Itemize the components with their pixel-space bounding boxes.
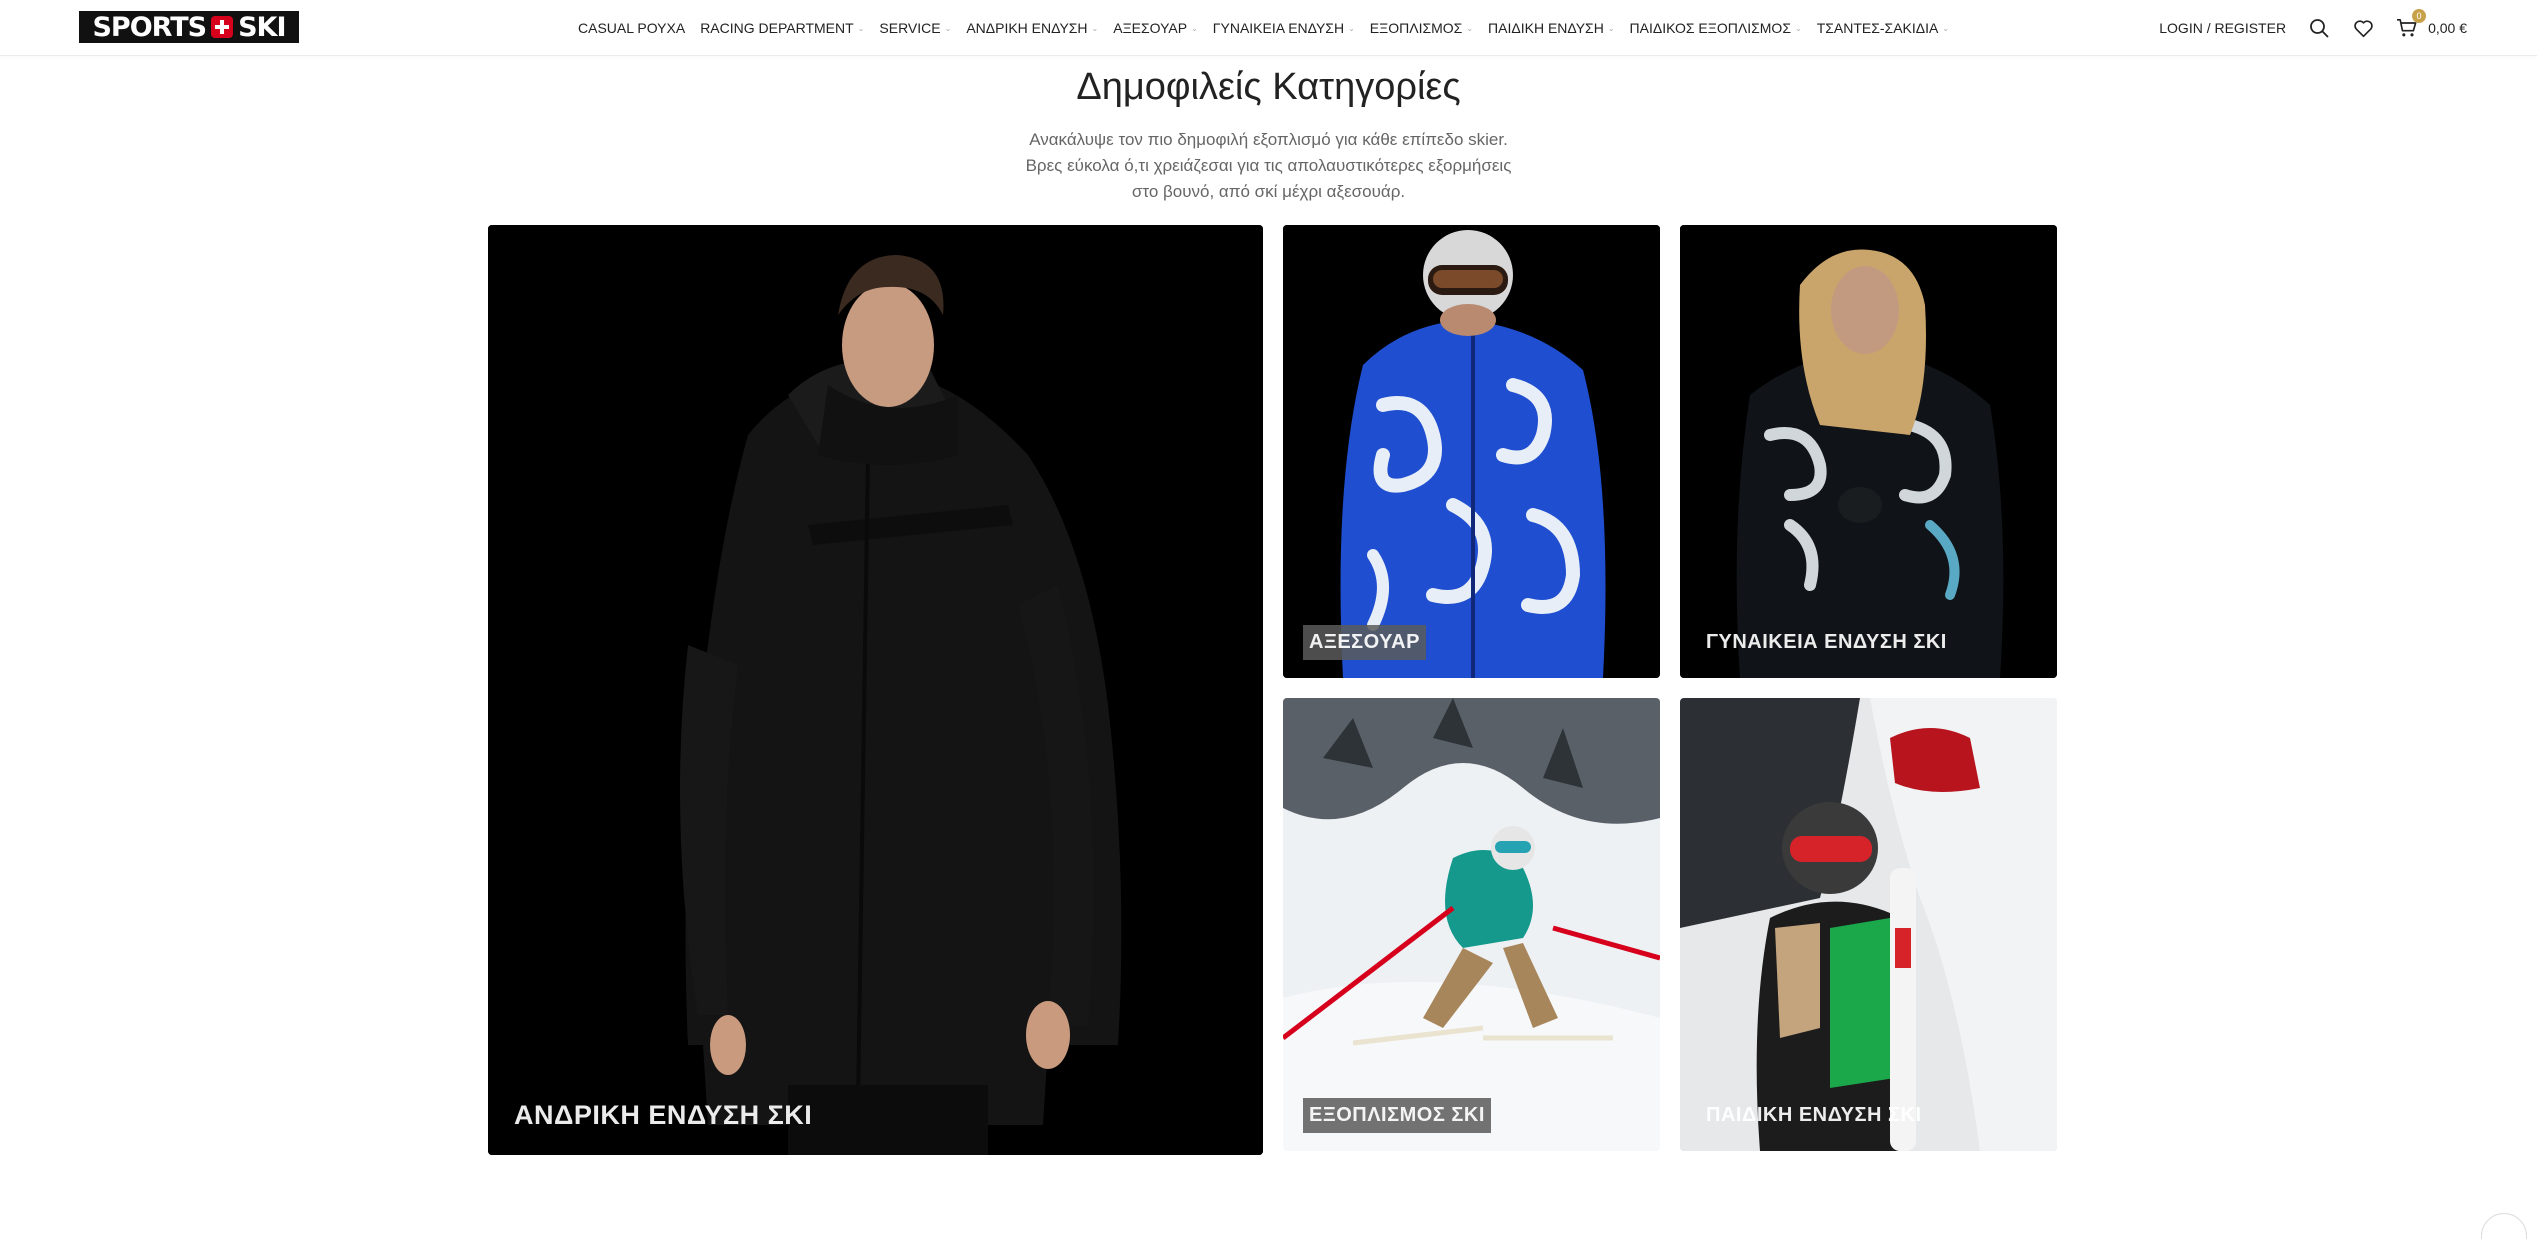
scroll-to-top-button[interactable] (2481, 1213, 2527, 1239)
subtitle-line: Ανακάλυψε τον πιο δημοφιλή εξοπλισμό για… (1029, 130, 1508, 149)
chevron-down-icon: ⌄ (1091, 23, 1099, 33)
section-subtitle: Ανακάλυψε τον πιο δημοφιλή εξοπλισμό για… (0, 127, 2537, 205)
nav-casual[interactable]: CASUAL ΡΟΥΧΑ (578, 0, 700, 56)
site-header: SPORTS SKI CASUAL ΡΟΥΧΑ RACING DEPARTMEN… (0, 0, 2537, 56)
cart-icon: 0 (2396, 9, 2427, 39)
logo-text-right: SKI (238, 11, 286, 43)
men-jacket-photo (488, 225, 1263, 1155)
login-register-link[interactable]: LOGIN / REGISTER (2159, 20, 2286, 36)
nav-label: ΠΑΙΔΙΚΗ ΕΝΔΥΣΗ (1488, 20, 1604, 36)
search-icon[interactable] (2308, 17, 2330, 39)
chevron-down-icon: ⌄ (944, 23, 952, 33)
tile-label-women: ΓΥΝΑΙΚΕΙΑ ΕΝΔΥΣΗ ΣΚΙ (1706, 631, 1947, 653)
nav-label: CASUAL ΡΟΥΧΑ (578, 20, 686, 36)
tile-label-equipment: ΕΞΟΠΛΙΣΜΟΣ ΣΚΙ (1303, 1098, 1491, 1133)
nav-label: ΑΞΕΣΟΥΑΡ (1113, 20, 1188, 36)
subtitle-line: Βρες εύκολα ό,τι χρειάζεσαι για τις απολ… (1025, 156, 1512, 175)
nav-label: ΕΞΟΠΛΙΣΜΟΣ (1369, 20, 1463, 36)
cart-button[interactable]: 0 0,00 € (2396, 9, 2467, 39)
logo-text-left: SPORTS (92, 11, 207, 43)
tile-label-men: ΑΝΔΡΙΚΗ ΕΝΔΥΣΗ ΣΚΙ (514, 1100, 813, 1130)
nav-service[interactable]: SERVICE ⌄ (879, 0, 966, 56)
nav-label: SERVICE (879, 20, 941, 36)
chevron-down-icon: ⌄ (1348, 23, 1355, 33)
header-actions: LOGIN / REGISTER 0 0,00 € (2159, 0, 2467, 56)
cart-count-badge: 0 (2412, 9, 2427, 23)
women-jacket-photo (1680, 225, 2057, 678)
main-nav: CASUAL ΡΟΥΧΑ RACING DEPARTMENT ⌄ SERVICE ⌄… (578, 0, 1964, 56)
chevron-down-icon: ⌄ (1942, 23, 1950, 33)
equipment-skier-photo (1283, 698, 1660, 1151)
cart-total: 0,00 € (2428, 20, 2467, 36)
nav-men[interactable]: ΑΝΔΡΙΚΗ ΕΝΔΥΣΗ ⌄ (966, 0, 1113, 56)
category-tile-men[interactable]: ΑΝΔΡΙΚΗ ΕΝΔΥΣΗ ΣΚΙ (488, 225, 1263, 1155)
section-title: Δημοφιλείς Κατηγορίες (1076, 66, 1461, 108)
heart-icon[interactable] (2352, 17, 2374, 39)
nav-label: ΓΥΝΑΙΚΕΙΑ ΕΝΔΥΣΗ (1212, 20, 1345, 36)
nav-racing-department[interactable]: RACING DEPARTMENT ⌄ (700, 0, 879, 56)
category-tile-equipment[interactable]: ΕΞΟΠΛΙΣΜΟΣ ΣΚΙ (1283, 698, 1660, 1151)
nav-women[interactable]: ΓΥΝΑΙΚΕΙΑ ΕΝΔΥΣΗ ⌄ (1213, 0, 1370, 56)
category-tile-kids[interactable]: ΠΑΙΔΙΚΗ ΕΝΔΥΣΗ ΣΚΙ (1680, 698, 2057, 1151)
chevron-down-icon: ⌄ (1607, 23, 1615, 33)
swiss-cross-icon (211, 16, 234, 38)
kids-skier-photo (1680, 698, 2057, 1151)
nav-label: ΑΝΔΡΙΚΗ ΕΝΔΥΣΗ (966, 20, 1088, 36)
nav-kids-equipment[interactable]: ΠΑΙΔΙΚΟΣ ΕΞΟΠΛΙΣΜΟΣ ⌄ (1630, 0, 1817, 56)
nav-accessories[interactable]: ΑΞΕΣΟΥΑΡ ⌄ (1113, 0, 1213, 56)
chevron-down-icon: ⌄ (1191, 23, 1198, 33)
nav-bags[interactable]: ΤΣΑΝΤΕΣ-ΣΑΚΙΔΙΑ ⌄ (1817, 0, 1964, 56)
chevron-down-icon: ⌄ (857, 23, 865, 33)
category-tile-women[interactable]: ΓΥΝΑΙΚΕΙΑ ΕΝΔΥΣΗ ΣΚΙ (1680, 225, 2057, 678)
nav-label: RACING DEPARTMENT (700, 20, 854, 36)
nav-label: ΠΑΙΔΙΚΟΣ ΕΞΟΠΛΙΣΜΟΣ (1629, 20, 1791, 36)
tile-label-kids: ΠΑΙΔΙΚΗ ΕΝΔΥΣΗ ΣΚΙ (1706, 1104, 1922, 1126)
site-logo[interactable]: SPORTS SKI (79, 11, 299, 43)
nav-label: ΤΣΑΝΤΕΣ-ΣΑΚΙΔΙΑ (1816, 20, 1939, 36)
accessories-jacket-photo (1283, 225, 1660, 678)
nav-kids-clothing[interactable]: ΠΑΙΔΙΚΗ ΕΝΔΥΣΗ ⌄ (1488, 0, 1629, 56)
chevron-down-icon: ⌄ (1794, 23, 1802, 33)
subtitle-line: στο βουνό, από σκί μέχρι αξεσουάρ. (1131, 182, 1406, 201)
chevron-down-icon: ⌄ (1466, 23, 1474, 33)
nav-equipment[interactable]: ΕΞΟΠΛΙΣΜΟΣ ⌄ (1370, 0, 1488, 56)
tile-label-accessories: ΑΞΕΣΟΥΑΡ (1303, 625, 1426, 660)
category-tile-accessories[interactable]: ΑΞΕΣΟΥΑΡ (1283, 225, 1660, 678)
